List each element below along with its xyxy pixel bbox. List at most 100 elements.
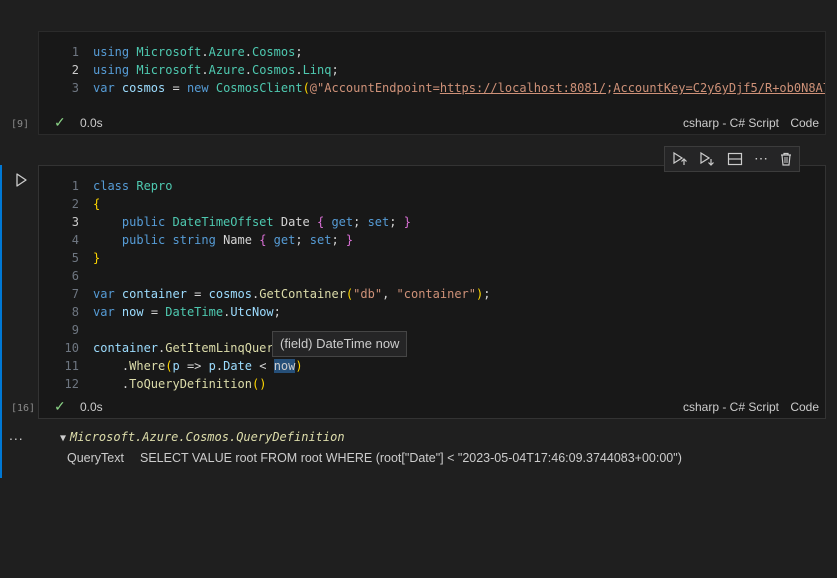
collapse-triangle-icon[interactable]: ▼ [60, 433, 66, 444]
execution-duration: 0.0s [80, 116, 103, 130]
code-token: . [93, 359, 130, 373]
code-token: Where [129, 359, 166, 373]
code-text: } [93, 249, 825, 267]
line-number: 11 [64, 359, 79, 373]
line-number: 2 [71, 197, 79, 211]
code-token: ; [273, 305, 281, 319]
code-line[interactable]: 3 var cosmos = new CosmosClient(@"Account… [39, 79, 825, 97]
code-token: var [93, 81, 122, 95]
code-token: Azure [208, 45, 245, 59]
code-token: var [93, 305, 122, 319]
cell-kind-label[interactable]: Code [790, 400, 819, 414]
code-token: container [93, 341, 159, 355]
language-picker[interactable]: csharp - C# Script [683, 400, 779, 414]
run-icon[interactable] [13, 172, 29, 188]
code-text: class Repro [93, 177, 825, 195]
code-token: ; [331, 233, 346, 247]
check-icon: ✓ [54, 398, 66, 414]
code-line[interactable]: 1 using Microsoft.Azure.Cosmos; [39, 43, 825, 61]
split-cell-icon[interactable] [726, 151, 744, 167]
code-token: GetContainer [259, 287, 346, 301]
code-token: DateTime [165, 305, 224, 319]
line-number: 6 [71, 269, 79, 283]
code-line[interactable]: 8 var now = DateTime.UtcNow; [39, 303, 825, 321]
run-below-icon[interactable] [698, 151, 716, 167]
code-token: cosmos [208, 287, 252, 301]
code-editor-1[interactable]: 1 using Microsoft.Azure.Cosmos; 2 using Mic… [39, 43, 825, 97]
code-token: using [93, 45, 137, 59]
line-number: 5 [71, 251, 79, 265]
code-token: } [93, 251, 101, 265]
line-number: 3 [71, 215, 79, 229]
code-cell-2[interactable]: 1 class Repro 2{3 public DateTimeOffset Da… [38, 165, 826, 419]
code-token: ToQueryDefinition [129, 377, 252, 391]
code-token: AccountKey=C2y6yDjf5/R+ob0N8A7Cgv30VRDJI… [613, 81, 825, 95]
code-token: p [172, 359, 180, 373]
code-token: using [93, 63, 137, 77]
code-text: using Microsoft.Azure.Cosmos.Linq; [93, 61, 825, 79]
code-token: Cosmos [251, 45, 296, 59]
code-line[interactable]: 12 .ToQueryDefinition() [39, 375, 825, 393]
code-text: public string Name { get; set; } [93, 231, 825, 249]
code-token: } [403, 215, 411, 229]
code-token: => [179, 359, 209, 373]
code-line[interactable]: 7 var container = cosmos.GetContainer("db… [39, 285, 825, 303]
code-line[interactable]: 1 class Repro [39, 177, 825, 195]
code-cell-1[interactable]: 1 using Microsoft.Azure.Cosmos; 2 using Mic… [38, 31, 826, 135]
code-token: . [215, 359, 224, 373]
code-line[interactable]: 2 using Microsoft.Azure.Cosmos.Linq; [39, 61, 825, 79]
code-token: ; [353, 215, 368, 229]
code-text: var cosmos = new CosmosClient(@"AccountE… [93, 79, 825, 97]
code-token: ; [331, 63, 339, 77]
code-token: p [208, 359, 216, 373]
code-token: container [121, 287, 187, 301]
code-line[interactable]: 2{ [39, 195, 825, 213]
code-token: ( [302, 81, 310, 95]
code-token: @"AccountEndpoint= [309, 81, 440, 95]
code-token: public [121, 233, 173, 247]
check-icon: ✓ [54, 114, 66, 130]
cell-kind-label[interactable]: Code [790, 116, 819, 130]
code-line[interactable]: 9 [39, 321, 825, 339]
code-line[interactable]: 10 container.GetItemLinqQueryable<Repro>(… [39, 339, 825, 357]
output-more-icon[interactable]: ... [9, 427, 24, 443]
code-token: ) [295, 359, 303, 373]
code-token: ; [295, 233, 310, 247]
code-token: now [273, 359, 296, 373]
line-number: 4 [71, 233, 79, 247]
output-type-header[interactable]: ▼ Microsoft.Azure.Cosmos.QueryDefinition [60, 430, 345, 444]
run-above-icon[interactable] [671, 151, 689, 167]
code-token: Date [223, 359, 252, 373]
language-picker[interactable]: csharp - C# Script [683, 116, 779, 130]
cell-toolbar: ⋯ [664, 146, 800, 172]
line-number: 1 [71, 179, 79, 193]
code-token: UtcNow [230, 305, 274, 319]
code-line[interactable]: 4 public string Name { get; set; } [39, 231, 825, 249]
code-token: set [309, 233, 332, 247]
code-token: var [93, 287, 122, 301]
code-token: Microsoft [136, 45, 202, 59]
delete-icon[interactable] [777, 151, 795, 167]
code-text: .Where(p => p.Date < now) [93, 357, 825, 375]
code-text: container.GetItemLinqQueryable<Repro>() [93, 339, 825, 357]
code-line[interactable]: 6 [39, 267, 825, 285]
code-token: class [93, 179, 137, 193]
code-token: now [121, 305, 144, 319]
code-line[interactable]: 11 .Where(p => p.Date < now) [39, 357, 825, 375]
code-line[interactable]: 5} [39, 249, 825, 267]
code-token: . [244, 45, 252, 59]
line-number: 7 [71, 287, 79, 301]
code-text: .ToQueryDefinition() [93, 375, 825, 393]
code-token: CosmosClient [215, 81, 303, 95]
code-token: = [186, 287, 209, 301]
code-token: Date [280, 215, 317, 229]
code-token: https://localhost:8081/ [439, 81, 607, 95]
code-token: Microsoft [136, 63, 202, 77]
code-token: Azure [208, 63, 245, 77]
cell-status-bar: ✓ 0.0s csharp - C# Script Code [39, 396, 825, 418]
more-icon[interactable]: ⋯ [752, 150, 770, 166]
code-line[interactable]: 3 public DateTimeOffset Date { get; set;… [39, 213, 825, 231]
code-editor-2[interactable]: 1 class Repro 2{3 public DateTimeOffset Da… [39, 177, 825, 393]
code-token: get [266, 233, 296, 247]
